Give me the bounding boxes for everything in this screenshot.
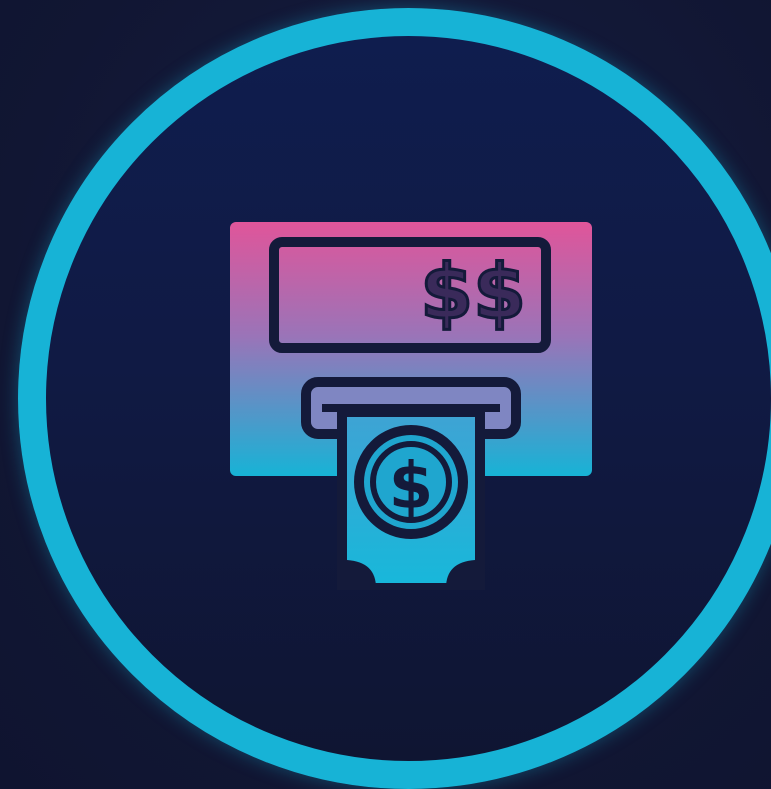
banknote-dollar-sign: $ [389, 450, 434, 524]
atm-screen-amount: $$ [420, 247, 526, 336]
atm-cash-withdrawal-icon: $$ $ [226, 220, 596, 590]
icon-canvas: $$ $ [0, 0, 771, 789]
